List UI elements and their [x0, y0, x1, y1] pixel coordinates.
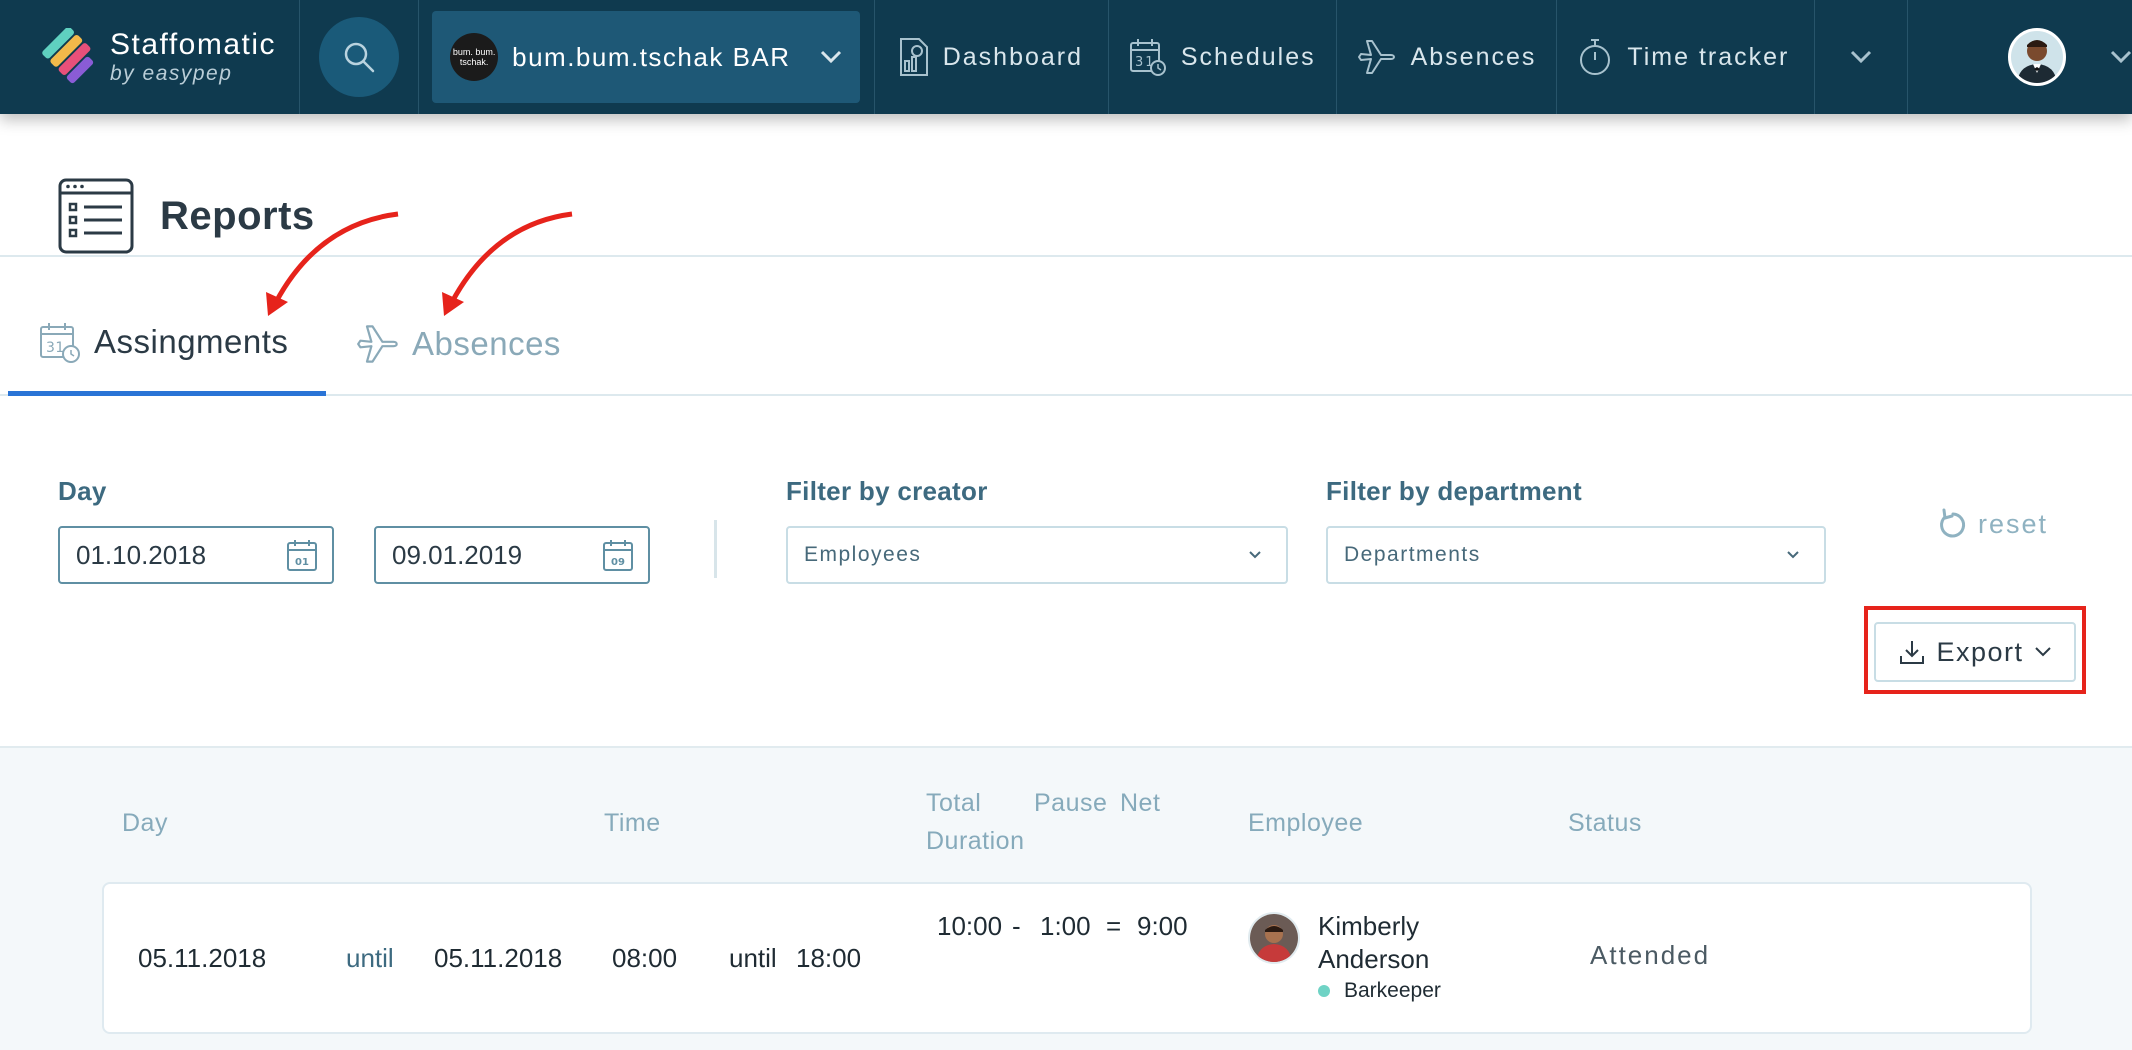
brand[interactable]: Staffomatic by easypep: [0, 0, 301, 114]
department-select-value: Departments: [1344, 543, 1481, 566]
user-avatar-icon: [2011, 31, 2064, 83]
page-header: Reports: [0, 114, 2132, 257]
chevron-down-icon: [1249, 551, 1261, 559]
row-pause: 1:00: [1040, 911, 1091, 941]
employee-avatar[interactable]: [1248, 912, 1300, 964]
row-until-time: until: [729, 943, 777, 973]
staffomatic-logo-icon: [42, 28, 94, 84]
stopwatch-icon: [1580, 39, 1611, 75]
position-color-dot: [1318, 985, 1330, 998]
filter-divider: [714, 520, 717, 578]
nav-time-tracker[interactable]: Time tracker: [1557, 0, 1815, 114]
reset-button[interactable]: reset: [1938, 508, 2048, 540]
nav-dashboard-label: Dashboard: [942, 42, 1084, 71]
status-badge: Attended: [1590, 940, 1711, 970]
export-label: Export: [1936, 636, 2024, 667]
calendar-icon[interactable]: 09: [602, 538, 634, 572]
tab-absences-label: Absences: [412, 325, 561, 362]
tab-assignments[interactable]: 31 Assingments: [8, 258, 326, 396]
calendar-icon: 31: [1129, 39, 1166, 76]
brand-subtitle: by easypep: [110, 62, 233, 85]
nav-schedules-label: Schedules: [1180, 42, 1316, 71]
column-header-time: Time: [604, 809, 661, 837]
creator-select[interactable]: Employees: [786, 526, 1288, 584]
organization-name: bum.bum.tschak BAR: [512, 41, 791, 72]
organization-avatar: bum. bum. tschak.: [450, 33, 499, 81]
column-header-day: Day: [122, 809, 168, 837]
creator-select-value: Employees: [804, 543, 922, 566]
calendar-clock-icon: 31: [40, 322, 80, 363]
reports-icon: [58, 178, 134, 254]
row-minus: -: [1012, 911, 1021, 941]
download-icon: [1900, 641, 1925, 664]
search-cell: [300, 0, 419, 114]
chevron-down-icon: [821, 50, 842, 64]
organization-selector[interactable]: bum. bum. tschak. bum.bum.tschak BAR: [432, 11, 861, 103]
user-menu[interactable]: [1908, 0, 2132, 114]
chevron-down-icon: [2034, 647, 2051, 657]
search-button[interactable]: [318, 17, 399, 97]
column-header-duration: Duration: [926, 827, 1025, 855]
organization-cell: bum. bum. tschak. bum.bum.tschak BAR: [419, 0, 875, 114]
row-end-day: 05.11.2018: [434, 943, 563, 973]
column-header-status: Status: [1568, 809, 1642, 837]
date-from-input[interactable]: 01.10.2018 01: [58, 526, 334, 584]
date-from-value: 01.10.2018: [76, 539, 207, 570]
row-total: 10:00: [937, 911, 1003, 941]
column-header-total: Total: [926, 789, 982, 817]
airplane-icon: [357, 325, 398, 363]
tab-assignments-label: Assingments: [94, 322, 289, 360]
row-equals: =: [1106, 911, 1122, 941]
date-to-value: 09.01.2019: [392, 539, 523, 570]
chevron-down-icon: [1787, 551, 1799, 559]
top-navbar: Staffomatic by easypep bum. bum. tschak.…: [0, 0, 2132, 114]
nav-dashboard[interactable]: Dashboard: [875, 0, 1109, 114]
calendar-icon-day: 01: [295, 557, 309, 568]
svg-text:31: 31: [46, 340, 65, 356]
tab-absences[interactable]: Absences: [356, 258, 561, 396]
reset-icon: [1940, 508, 1966, 538]
date-to-input[interactable]: 09.01.2019 09: [374, 526, 650, 584]
calendar-icon-day: 09: [611, 557, 625, 568]
row-until-date: until: [346, 943, 394, 973]
department-select[interactable]: Departments: [1326, 526, 1826, 584]
reset-label: reset: [1978, 508, 2049, 539]
creator-filter-label: Filter by creator: [786, 476, 988, 506]
page-title: Reports: [160, 194, 315, 238]
department-filter-label: Filter by department: [1326, 476, 1582, 506]
column-header-net: Net: [1120, 789, 1161, 817]
employee-last-name[interactable]: Anderson: [1318, 941, 1429, 977]
brand-name: Staffomatic: [110, 28, 277, 61]
search-icon: [344, 42, 375, 73]
calendar-icon[interactable]: 01: [286, 538, 318, 572]
airplane-icon: [1357, 40, 1395, 74]
employee-position: Barkeeper: [1318, 973, 1441, 1009]
row-start-time: 08:00: [612, 943, 678, 973]
chevron-down-icon[interactable]: [2110, 50, 2132, 64]
chevron-down-icon: [1850, 50, 1871, 64]
nav-schedules[interactable]: 31 Schedules: [1109, 0, 1337, 114]
row-end-time: 18:00: [796, 943, 862, 973]
day-filter-label: Day: [58, 476, 107, 506]
column-header-pause: Pause: [1034, 789, 1108, 817]
row-start-day: 05.11.2018: [138, 943, 267, 973]
user-avatar[interactable]: [2008, 28, 2067, 86]
report-tabs: 31 Assingments Absences: [0, 258, 2132, 396]
nav-more-button[interactable]: [1815, 0, 1909, 114]
employee-position-label: Barkeeper: [1344, 979, 1441, 1002]
nav-absences[interactable]: Absences: [1337, 0, 1558, 114]
employee-avatar-icon: [1250, 914, 1298, 962]
nav-absences-label: Absences: [1410, 42, 1537, 71]
row-net: 9:00: [1137, 911, 1188, 941]
dashboard-icon: [899, 38, 928, 76]
nav-time-tracker-label: Time tracker: [1627, 42, 1790, 71]
export-button[interactable]: Export: [1874, 622, 2076, 682]
column-header-employee: Employee: [1248, 809, 1364, 837]
employee-first-name[interactable]: Kimberly: [1318, 908, 1419, 944]
